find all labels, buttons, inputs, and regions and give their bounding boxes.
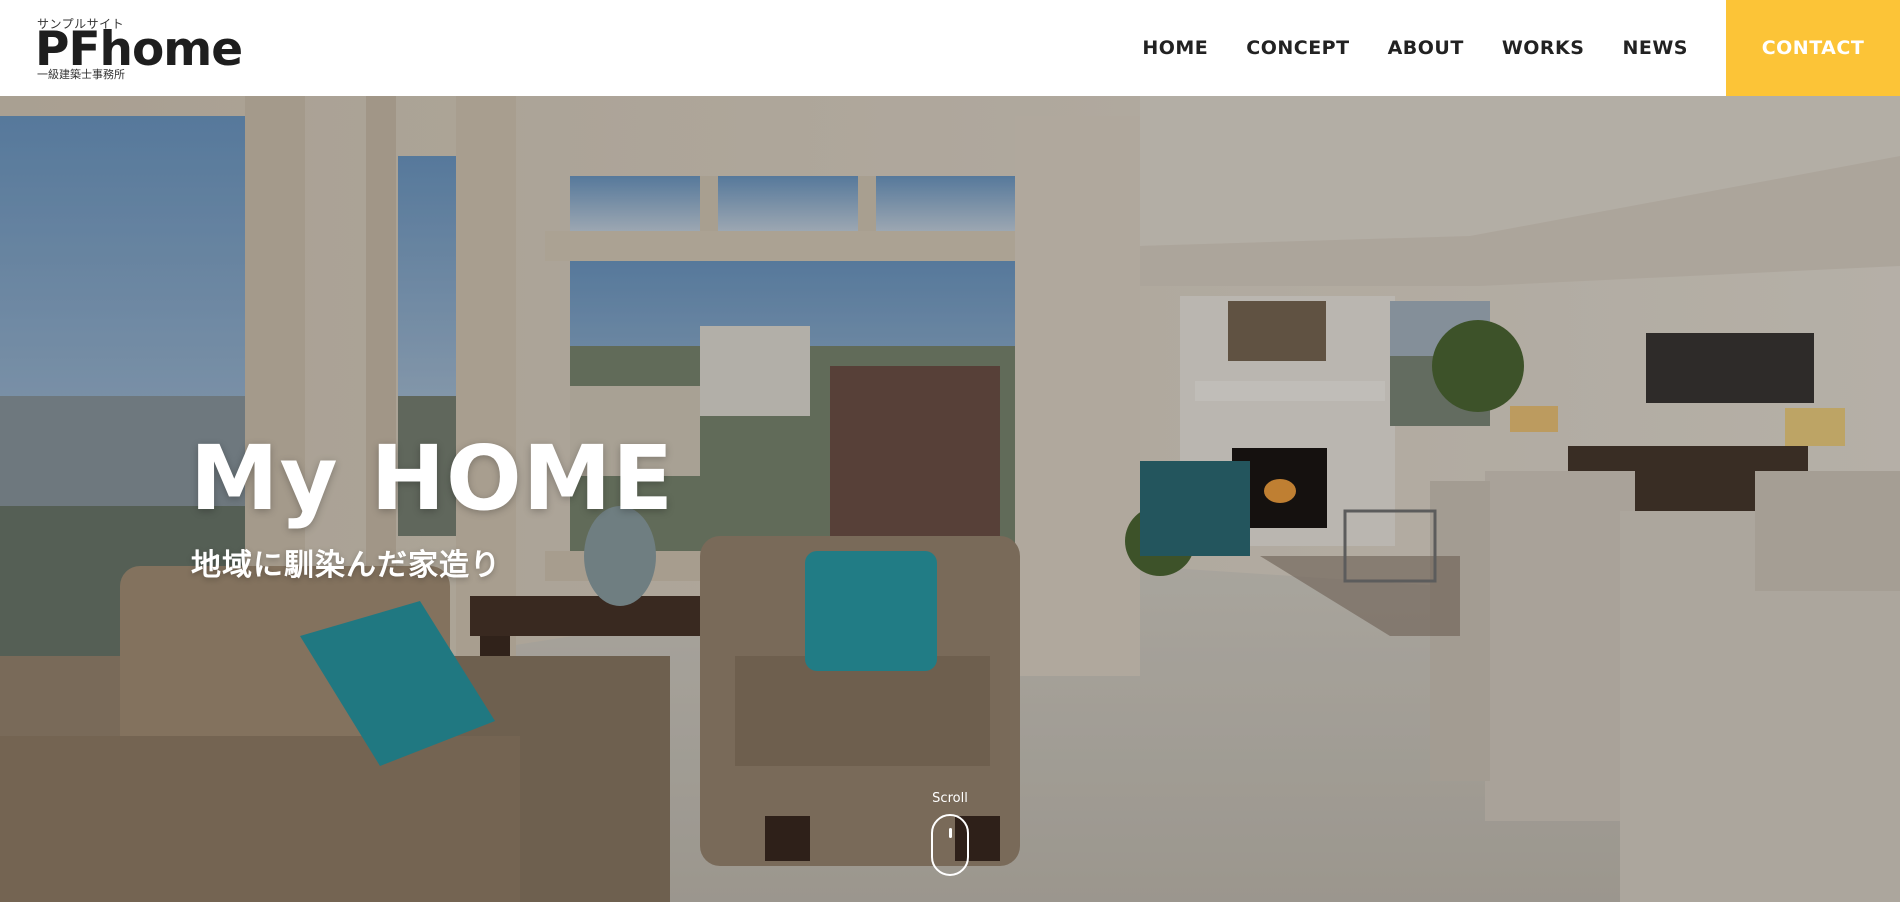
scroll-label: Scroll <box>932 791 968 806</box>
site-logo[interactable]: サンプルサイト PFhome 一級建築士事務所 <box>35 15 243 81</box>
site-header: サンプルサイト PFhome 一級建築士事務所 HOME CONCEPT ABO… <box>0 0 1900 96</box>
scroll-wheel-icon <box>949 828 952 838</box>
scroll-indicator-icon[interactable] <box>931 814 969 876</box>
hero-title: My HOME <box>190 426 675 530</box>
hero-subtitle: 地域に馴染んだ家造り <box>191 548 501 583</box>
nav-item-home[interactable]: HOME <box>1123 0 1227 96</box>
nav-item-about[interactable]: ABOUT <box>1369 0 1483 96</box>
nav-item-news[interactable]: NEWS <box>1603 0 1707 96</box>
nav-item-concept[interactable]: CONCEPT <box>1227 0 1368 96</box>
logo-caption: 一級建築士事務所 <box>37 68 125 81</box>
hero-section: My HOME 地域に馴染んだ家造り Scroll <box>0 96 1900 902</box>
main-nav: HOME CONCEPT ABOUT WORKS NEWS CONTACT <box>1123 0 1900 96</box>
nav-item-works[interactable]: WORKS <box>1483 0 1604 96</box>
contact-button[interactable]: CONTACT <box>1726 0 1900 96</box>
